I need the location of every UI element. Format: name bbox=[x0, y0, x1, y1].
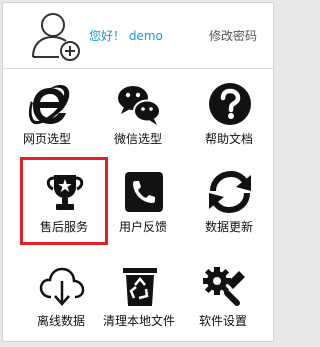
phone-icon bbox=[125, 172, 163, 212]
tile-help-docs[interactable]: 帮助文档 bbox=[185, 69, 273, 157]
tile-software-settings[interactable]: 软件设置 bbox=[179, 251, 267, 339]
tile-after-sales[interactable]: 售后服务 bbox=[20, 157, 108, 245]
settings-tools-icon bbox=[203, 267, 245, 306]
cloud-download-icon bbox=[39, 267, 85, 306]
tile-label: 数据更新 bbox=[204, 220, 253, 234]
user-header: 您好！ demo 修改密码 bbox=[3, 3, 273, 69]
tile-label: 清理本地文件 bbox=[102, 314, 175, 328]
ie-browser-icon bbox=[28, 85, 70, 125]
tile-label: 用户反馈 bbox=[118, 220, 167, 234]
tile-wechat-selection[interactable]: 微信选型 bbox=[94, 69, 182, 157]
recycle-bin-icon bbox=[123, 268, 157, 306]
tile-label: 网页选型 bbox=[22, 132, 71, 146]
tile-data-update[interactable]: 数据更新 bbox=[185, 157, 273, 245]
add-user-icon[interactable] bbox=[29, 10, 85, 62]
tile-user-feedback[interactable]: 用户反馈 bbox=[99, 157, 187, 245]
main-panel: 您好！ demo 修改密码 网页选型 微信选型 帮助文档 售后服务 用户反馈 数… bbox=[2, 2, 274, 342]
change-password-link[interactable]: 修改密码 bbox=[209, 27, 257, 44]
tile-label: 售后服务 bbox=[39, 220, 88, 234]
tile-web-selection[interactable]: 网页选型 bbox=[3, 69, 91, 157]
wechat-icon bbox=[118, 86, 161, 125]
tile-label: 离线数据 bbox=[36, 314, 85, 328]
sync-icon bbox=[209, 170, 251, 214]
tile-offline-data[interactable]: 离线数据 bbox=[17, 251, 105, 339]
greeting-text: 您好！ demo bbox=[89, 29, 163, 43]
help-icon bbox=[209, 83, 251, 125]
tile-label: 微信选型 bbox=[113, 132, 162, 146]
tile-clean-local-files[interactable]: 清理本地文件 bbox=[95, 251, 183, 339]
tile-label: 软件设置 bbox=[198, 314, 247, 328]
tile-label: 帮助文档 bbox=[204, 132, 253, 146]
trophy-icon bbox=[46, 175, 84, 210]
